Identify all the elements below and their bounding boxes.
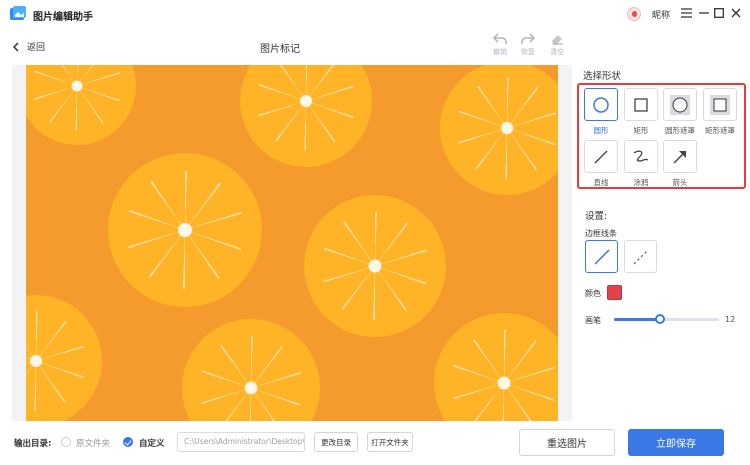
app-logo-icon [10, 6, 26, 20]
open-folder-button[interactable]: 打开文件夹 [367, 432, 413, 452]
shape-arrow[interactable]: 箭头 [662, 140, 698, 188]
brush-slider-handle[interactable] [655, 314, 665, 324]
brush-slider[interactable] [614, 318, 719, 321]
redo-label: 恢复 [521, 48, 535, 56]
reselect-image-button[interactable]: 重选图片 [519, 429, 615, 456]
shape-label: 圆形 [593, 126, 609, 135]
orange-slice [440, 65, 558, 195]
nickname[interactable]: 昵称 [652, 8, 670, 21]
shape-label: 箭头 [672, 178, 688, 187]
settings-title: 设置: [585, 211, 608, 222]
title-bar: 图片编辑助手 昵称 [0, 0, 750, 28]
radio-custom-folder[interactable] [123, 437, 133, 447]
change-dir-button[interactable]: 更改目录 [314, 432, 358, 452]
shape-label: 直线 [593, 178, 609, 187]
line-icon [594, 150, 608, 163]
rect-mask-icon [710, 94, 730, 115]
orange-slice [304, 195, 446, 337]
brush-value: 12 [725, 315, 736, 324]
undo-label: 撤销 [493, 48, 507, 56]
eraser-icon [552, 35, 563, 45]
border-label: 边框线条 [585, 229, 617, 238]
rectangle-icon [634, 97, 648, 112]
shape-rect-mask[interactable]: 矩形遮罩 [702, 88, 738, 136]
undo-icon [493, 33, 507, 44]
shape-circle[interactable]: 圆形 [583, 88, 619, 136]
solid-line-icon [593, 248, 610, 265]
shape-label: 圆形遮罩 [665, 126, 695, 135]
radio-original-folder[interactable] [61, 437, 71, 447]
shape-doodle[interactable]: 涂鸦 [623, 140, 659, 188]
close-icon[interactable] [729, 6, 743, 20]
maximize-icon[interactable] [712, 6, 726, 20]
color-label: 颜色 [585, 289, 601, 298]
circle-mask-icon [670, 94, 690, 115]
clear-label: 清空 [550, 48, 564, 56]
output-path-input[interactable]: C:\Users\Administrator\Desktop\ [177, 432, 305, 452]
orange-slice [26, 65, 136, 145]
arrow-icon [673, 150, 686, 164]
custom-folder-label[interactable]: 自定义 [139, 437, 165, 449]
orange-slice [108, 153, 262, 307]
orange-slice [26, 295, 102, 421]
orange-slice [434, 313, 558, 421]
solid-line-option[interactable] [585, 240, 618, 273]
shape-rectangle[interactable]: 矩形 [623, 88, 659, 136]
shapes-title: 选择形状 [583, 71, 622, 82]
shape-circle-mask[interactable]: 圆形遮罩 [662, 88, 698, 136]
avatar[interactable] [627, 7, 641, 21]
photo-oranges[interactable] [26, 65, 558, 421]
dashed-line-icon [633, 249, 648, 264]
circle-icon [593, 96, 609, 113]
dashed-line-option[interactable] [624, 240, 657, 273]
original-folder-label[interactable]: 原文件夹 [76, 437, 110, 449]
output-label: 输出目录: [14, 439, 52, 449]
doodle-icon [633, 150, 649, 162]
orange-slice [182, 319, 320, 421]
shape-label: 矩形 [633, 126, 649, 135]
page-title: 图片标记 [260, 44, 300, 55]
shape-line[interactable]: 直线 [583, 140, 619, 188]
undo-button[interactable]: 撤销 [490, 33, 510, 57]
shape-label: 矩形遮罩 [705, 126, 735, 135]
clear-button[interactable]: 清空 [547, 33, 567, 57]
shape-label: 涂鸦 [633, 178, 649, 187]
canvas-area[interactable] [12, 65, 572, 421]
brush-label: 画笔 [585, 316, 601, 325]
redo-icon [521, 33, 535, 44]
color-swatch[interactable] [607, 285, 622, 300]
save-now-button[interactable]: 立即保存 [628, 429, 724, 456]
redo-button[interactable]: 恢复 [518, 33, 538, 57]
orange-slice [240, 65, 372, 167]
menu-icon[interactable] [679, 6, 693, 20]
minimize-icon[interactable] [697, 6, 711, 20]
app-title: 图片编辑助手 [33, 12, 93, 23]
